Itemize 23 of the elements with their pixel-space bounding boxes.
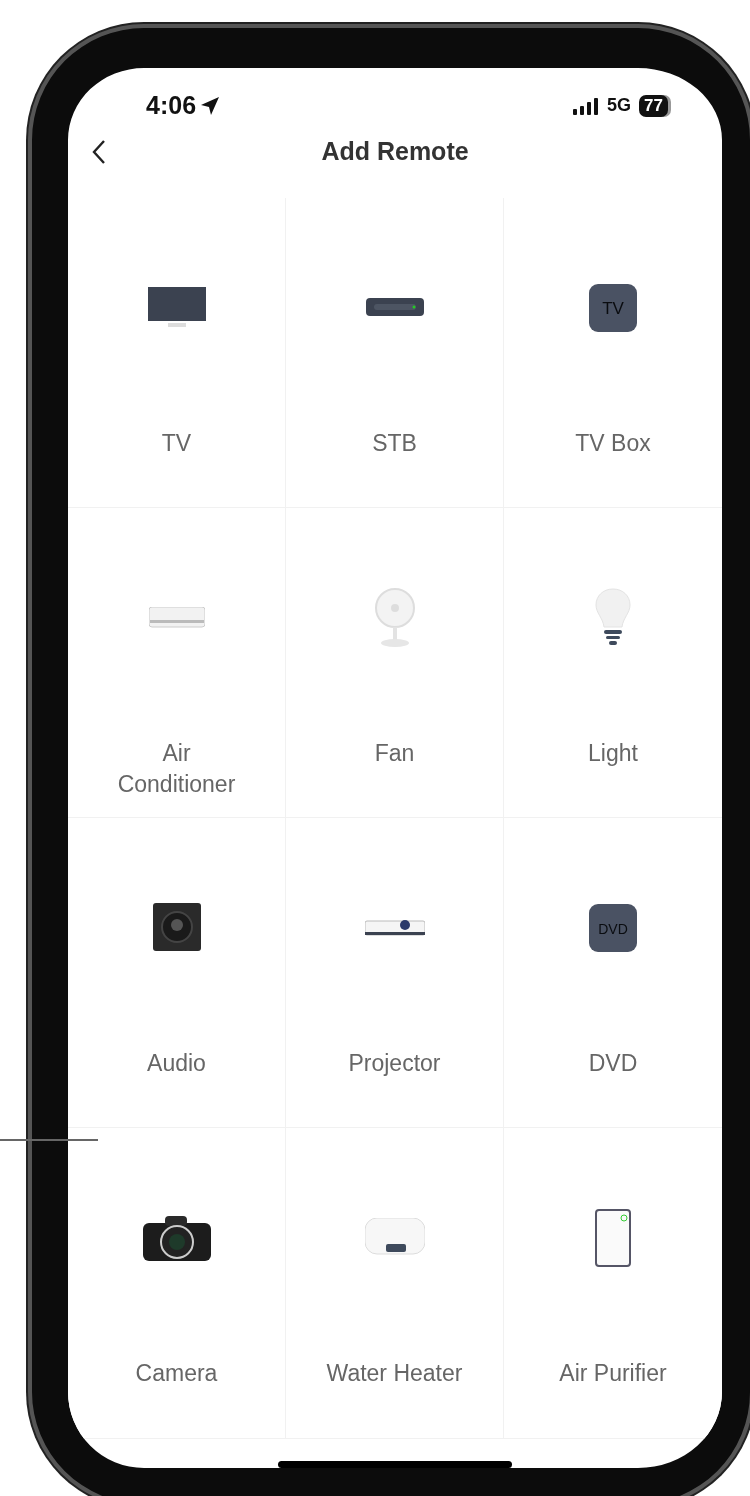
media-box-icon: TV xyxy=(589,284,637,333)
network-label: 5G xyxy=(607,95,632,117)
camera-icon xyxy=(142,1213,211,1264)
air-conditioner-icon xyxy=(148,607,205,630)
device-tile[interactable]: Audio xyxy=(68,818,286,1129)
signal-icon xyxy=(573,96,600,115)
fan-icon xyxy=(372,588,417,649)
status-time: 4:06 xyxy=(146,91,221,121)
device-tile[interactable]: Fan xyxy=(286,508,504,819)
page-title: Add Remote xyxy=(321,137,469,167)
television-icon xyxy=(147,287,206,330)
device-tile[interactable]: TV xyxy=(68,198,286,509)
device-tile[interactable]: Air Conditioner xyxy=(68,508,286,819)
device-tile[interactable]: Projector xyxy=(286,818,504,1129)
chevron-left-icon xyxy=(92,139,106,165)
location-arrow-icon xyxy=(200,95,221,116)
device-tile[interactable]: Camera xyxy=(68,1128,286,1439)
media-box-icon: DVD xyxy=(589,904,637,953)
speaker-icon xyxy=(152,903,201,954)
air-purifier-icon xyxy=(595,1209,631,1268)
set-top-box-icon xyxy=(365,298,424,319)
device-tile[interactable]: STB xyxy=(286,198,504,509)
battery-level: 77 xyxy=(639,94,668,117)
